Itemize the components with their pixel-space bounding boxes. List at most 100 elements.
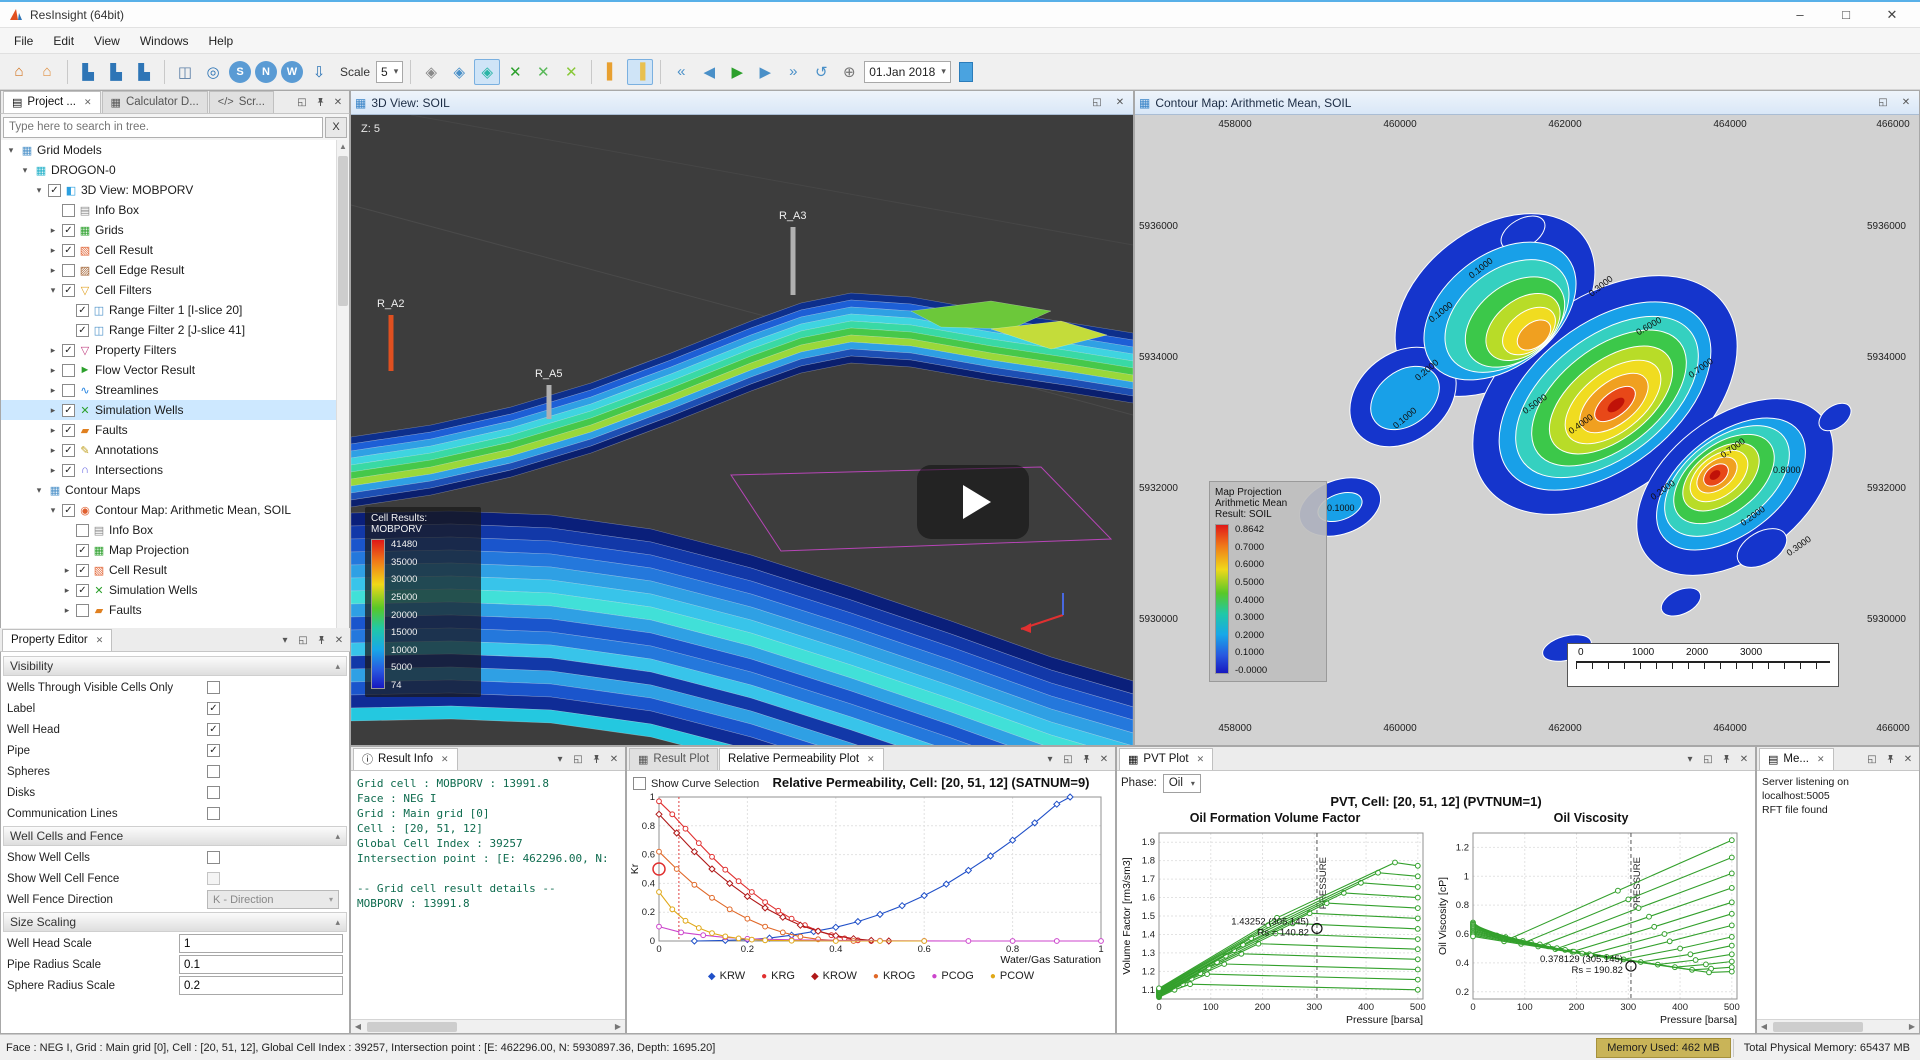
close-tab-icon[interactable]: ✕	[1817, 754, 1825, 765]
close-tab-icon[interactable]: ✕	[1197, 754, 1205, 765]
tab-relative-permeability-plot[interactable]: Relative Permeability Plot✕	[719, 748, 884, 770]
tree-checkbox[interactable]: ✓	[62, 404, 75, 417]
expand-icon[interactable]: ▾	[47, 285, 59, 296]
float-panel-icon[interactable]: ◱	[569, 751, 587, 767]
tree-checkbox[interactable]	[62, 384, 75, 397]
expand-icon[interactable]: ▸	[61, 565, 73, 576]
scroll-right-icon[interactable]: ▶	[1905, 1022, 1919, 1031]
pin-panel-icon[interactable]	[1077, 751, 1095, 767]
tree-item-cell-result[interactable]: ▸✓▧Cell Result	[1, 560, 336, 580]
tab-property-editor[interactable]: Property Editor✕	[2, 629, 112, 651]
tree-item-range-filter-1-i-slice-20[interactable]: ✓◫Range Filter 1 [I-slice 20]	[1, 300, 336, 320]
legend-krg[interactable]: ●KRG	[761, 970, 795, 982]
anim-next-icon[interactable]: ▶	[752, 59, 778, 85]
tree-checkbox[interactable]: ✓	[62, 444, 75, 457]
tree-item-intersections[interactable]: ▸✓∩Intersections	[1, 460, 336, 480]
anim-first-icon[interactable]: «	[668, 59, 694, 85]
horizontal-scrollbar[interactable]: ◀ ▶	[351, 1019, 625, 1033]
producer-drainage-icon[interactable]: ✕	[558, 59, 584, 85]
anim-play-icon[interactable]: ▶	[724, 59, 750, 85]
tree-item-cell-filters[interactable]: ▾✓▽Cell Filters	[1, 280, 336, 300]
checkbox-disks[interactable]	[207, 786, 220, 799]
show-curve-checkbox[interactable]	[633, 777, 646, 790]
tree-item-cell-edge-result[interactable]: ▸▨Cell Edge Result	[1, 260, 336, 280]
float-panel-icon[interactable]: ◱	[1863, 751, 1881, 767]
panel-menu-icon[interactable]: ▾	[276, 632, 294, 648]
tab-result-info[interactable]: ⓘResult Info✕	[353, 748, 458, 770]
close-tab-icon[interactable]: ✕	[96, 635, 104, 646]
tree-checkbox[interactable]: ✓	[62, 244, 75, 257]
tree-item-drogon-0[interactable]: ▾▦DROGON-0	[1, 160, 336, 180]
expand-icon[interactable]: ▸	[47, 225, 59, 236]
float-panel-icon[interactable]: ◱	[294, 632, 312, 648]
expand-icon[interactable]: ▸	[61, 585, 73, 596]
menu-edit[interactable]: Edit	[43, 30, 84, 52]
pin-panel-icon[interactable]	[1881, 751, 1899, 767]
close-panel-icon[interactable]: ✕	[1897, 95, 1915, 111]
tree-item-info-box[interactable]: ▤Info Box	[1, 520, 336, 540]
well-log-plot-icon[interactable]: ▙	[131, 59, 157, 85]
minimize-icon[interactable]: –	[1780, 3, 1820, 27]
float-panel-icon[interactable]: ◱	[1059, 751, 1077, 767]
tree-checkbox[interactable]: ✓	[76, 584, 89, 597]
snapshot-settings-icon[interactable]: ⊕	[836, 59, 862, 85]
anim-prev-icon[interactable]: ◀	[696, 59, 722, 85]
tree-checkbox[interactable]: ✓	[62, 424, 75, 437]
expand-icon[interactable]: ▸	[47, 445, 59, 456]
float-panel-icon[interactable]: ◱	[293, 94, 311, 110]
tree-item-grid-models[interactable]: ▾▦Grid Models	[1, 140, 336, 160]
legend-krow[interactable]: ◆KROW	[811, 970, 857, 982]
section-size-scaling[interactable]: Size Scaling▴	[3, 912, 347, 932]
legend-pcog[interactable]: ●PCOG	[931, 970, 973, 982]
tree-item-info-box[interactable]: ▤Info Box	[1, 200, 336, 220]
scroll-left-icon[interactable]: ◀	[1757, 1022, 1771, 1031]
expand-icon[interactable]: ▸	[47, 385, 59, 396]
select-well-fence-direction[interactable]: K - Direction▾	[207, 890, 339, 909]
close-panel-icon[interactable]: ✕	[1735, 751, 1753, 767]
legend-krog[interactable]: ●KROG	[873, 970, 915, 982]
search-clear-button[interactable]: X	[325, 117, 347, 138]
tree-item-contour-maps[interactable]: ▾▦Contour Maps	[1, 480, 336, 500]
tree-item-contour-map-arithmetic-mean-soil[interactable]: ▾✓◉Contour Map: Arithmetic Mean, SOIL	[1, 500, 336, 520]
close-panel-icon[interactable]: ✕	[330, 632, 348, 648]
expand-icon[interactable]: ▸	[47, 265, 59, 276]
tab-pvt-plot[interactable]: ▦PVT Plot✕	[1119, 748, 1213, 770]
tree-checkbox[interactable]	[76, 604, 89, 617]
checkbox-show-well-cell-fence[interactable]	[207, 872, 220, 885]
expand-icon[interactable]: ▸	[47, 465, 59, 476]
maximize-icon[interactable]: □	[1826, 3, 1866, 27]
legend-krw[interactable]: ◆KRW	[708, 970, 745, 982]
view-west-icon[interactable]: W	[281, 61, 303, 83]
anim-last-icon[interactable]: »	[780, 59, 806, 85]
view-south-icon[interactable]: S	[229, 61, 251, 83]
tab-me[interactable]: ▤Me...✕	[1759, 748, 1834, 770]
checkbox-pipe[interactable]: ✓	[207, 744, 220, 757]
injector-flooding-icon[interactable]: ✕	[530, 59, 556, 85]
horizontal-scrollbar[interactable]: ◀ ▶	[1757, 1019, 1919, 1033]
menu-help[interactable]: Help	[199, 30, 244, 52]
panel-menu-icon[interactable]: ▾	[1681, 751, 1699, 767]
panel-menu-icon[interactable]: ▾	[551, 751, 569, 767]
section-visibility[interactable]: Visibility▴	[3, 656, 347, 676]
show-curve-selection[interactable]: Show Curve Selection	[633, 777, 759, 790]
view3d-header[interactable]: ▦ 3D View: SOIL ◱ ✕	[351, 91, 1133, 115]
import-case-icon[interactable]: ⌂	[34, 59, 60, 85]
timestep-select[interactable]: 01.Jan 2018▾	[864, 61, 951, 83]
close-panel-icon[interactable]: ✕	[1111, 95, 1129, 111]
expand-icon[interactable]: ▾	[33, 185, 45, 196]
scale-select[interactable]: 5▾	[376, 61, 403, 83]
side-cube-icon[interactable]: ◈	[446, 59, 472, 85]
section-well-cells-and-fence[interactable]: Well Cells and Fence▴	[3, 826, 347, 846]
checkbox-label[interactable]: ✓	[207, 702, 220, 715]
expand-icon[interactable]: ▸	[61, 605, 73, 616]
close-panel-icon[interactable]: ✕	[1899, 751, 1917, 767]
flow-diagnostics-icon[interactable]: ✕	[502, 59, 528, 85]
tree-item-3d-view-mobporv[interactable]: ▾✓◧3D View: MOBPORV	[1, 180, 336, 200]
tree-item-range-filter-2-j-slice-41[interactable]: ✓◫Range Filter 2 [J-slice 41]	[1, 320, 336, 340]
anim-repeat-icon[interactable]: ↺	[808, 59, 834, 85]
checkbox-show-well-cells[interactable]	[207, 851, 220, 864]
input-sphere-radius-scale[interactable]	[179, 976, 343, 995]
contour-header[interactable]: ▦ Contour Map: Arithmetic Mean, SOIL ◱ ✕	[1135, 91, 1919, 115]
pin-panel-icon[interactable]	[312, 632, 330, 648]
tree-checkbox[interactable]: ✓	[76, 324, 89, 337]
